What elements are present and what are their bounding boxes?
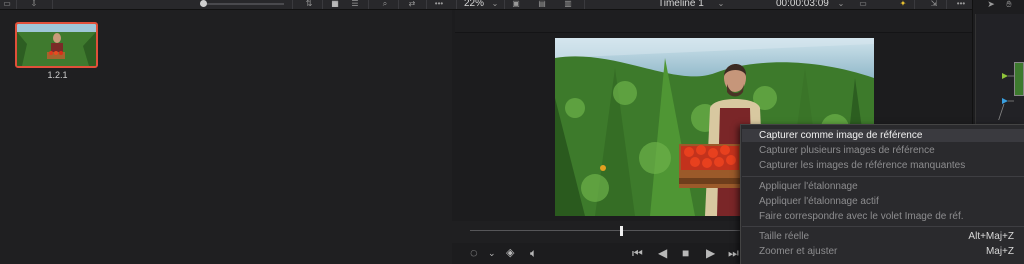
toolbar-divider [914,0,915,9]
toolbar-divider [52,0,53,9]
menu-separator [742,176,1024,177]
shortcut-label: Alt+Maj+Z [968,231,1014,242]
clip-thumbnail[interactable] [15,22,98,68]
clip-thumbnail-image [17,24,96,66]
more-options-icon[interactable]: ••• [952,0,970,8]
go-to-start-icon[interactable]: ⏮︎ [632,245,643,261]
play-reverse-icon[interactable]: ◀ [658,245,667,261]
toolbar-divider [398,0,399,9]
menu-item-zoom-to-fit[interactable]: Zoomer et ajuster [759,245,837,258]
node-thumbnail[interactable] [1014,62,1024,96]
menu-item-match-reference[interactable]: Faire correspondre avec le volet Image d… [759,210,964,223]
scrub-track[interactable] [470,230,740,231]
layers-icon[interactable]: ◈ [506,245,514,261]
toolbar-divider [504,0,505,9]
menu-item-grab-all-stills[interactable]: Capturer plusieurs images de référence [759,144,935,157]
split-viewer-icon[interactable]: ▤ [534,0,550,8]
sort-icon[interactable]: ⇅ [300,0,318,8]
list-view-icon[interactable]: ☰ [348,0,362,8]
context-menu: Capturer comme image de référence Captur… [740,124,1024,264]
toolbar-divider [426,0,427,9]
menu-item-apply-active-grade[interactable]: Appliquer l'étalonnage actif [759,195,879,208]
search-icon[interactable]: ⌕ [378,0,392,8]
timecode[interactable]: 00:00:03:09 [776,0,829,9]
viewer-toolbar: 22% ⌄ ▣ ▤ ▥ Timeline 1 ⌄ 00:00:03:09 ⌄ ▭… [452,0,972,10]
speaker-icon[interactable]: 🔈︎ [530,245,537,261]
gallery-viewer-icon[interactable]: ▥ [560,0,576,8]
clip-label: 1.2.1 [47,70,68,80]
menu-item-grab-missing-stills[interactable]: Capturer les images de référence manquan… [759,159,965,172]
playhead[interactable] [620,226,623,236]
chevron-down-icon[interactable]: ⌄ [716,0,726,8]
menu-separator [742,226,1024,227]
toolbar-divider [16,0,17,9]
thumbnail-size-slider-knob[interactable] [200,0,207,7]
single-viewer-icon[interactable]: ▣ [508,0,524,8]
toolbar-divider [322,0,323,9]
zoom-level[interactable]: 22% [464,0,484,9]
viewer-info-strip [455,10,972,33]
thumbnail-size-slider[interactable] [200,3,284,5]
chevron-down-icon[interactable]: ⌄ [488,245,496,261]
loop-mode-icon[interactable]: ◌ [470,245,478,261]
highlight-icon[interactable]: ✦ [896,0,910,8]
toolbar-divider [292,0,293,9]
go-to-end-icon[interactable]: ⏭︎ [728,245,739,261]
menu-item-grab-still[interactable]: Capturer comme image de référence [742,129,1024,142]
import-media-icon[interactable]: ⇩ [26,0,42,8]
thumbnail-view-icon[interactable]: ▦ [328,0,342,8]
media-pool-toolbar: ▭ ⇩ ⇅ ▦ ☰ ⌕ ⇄ ••• [0,0,452,10]
stop-icon[interactable]: ■ [682,245,689,261]
hand-icon[interactable]: ✋︎ [1003,0,1015,9]
chevron-down-icon[interactable]: ⌄ [490,0,500,8]
toolbar-divider [584,0,585,9]
transfer-icon[interactable]: ⇄ [404,0,420,8]
more-options-icon[interactable]: ••• [430,0,448,8]
pointer-icon[interactable]: ➤ [985,0,997,9]
menu-item-apply-grade[interactable]: Appliquer l'étalonnage [759,180,858,193]
transform-icon[interactable]: ⇲ [926,0,942,8]
play-icon[interactable]: ▶ [706,245,715,261]
shortcut-label: Maj+Z [985,246,1014,257]
timeline-name[interactable]: Timeline 1 [658,0,704,9]
clip-mode-icon[interactable]: ▭ [854,0,872,8]
toolbar-divider [368,0,369,9]
toolbar-divider [946,0,947,9]
panel-layout-icon[interactable]: ▭ [0,0,14,8]
chevron-down-icon[interactable]: ⌄ [836,0,846,8]
toolbar-divider [456,0,457,9]
menu-item-actual-size[interactable]: Taille réelle [759,230,809,243]
